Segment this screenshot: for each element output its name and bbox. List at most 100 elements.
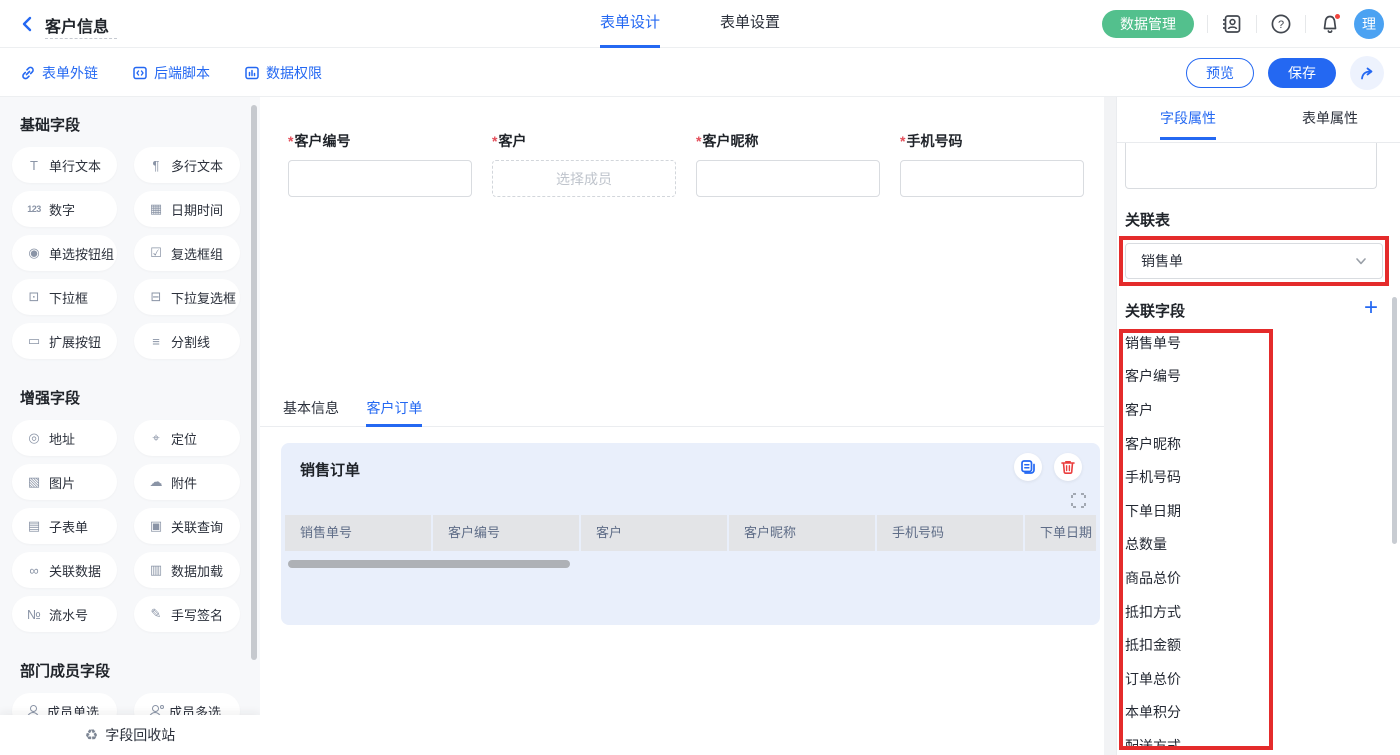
related-field-item[interactable]: 本单积分	[1123, 696, 1269, 730]
phone-number-input[interactable]	[900, 160, 1084, 197]
palette-item-single-line-text[interactable]: T单行文本	[12, 147, 117, 183]
related-field-item[interactable]: 客户编号	[1123, 360, 1269, 394]
data-permission-button[interactable]: 数据权限	[244, 49, 322, 97]
palette-item-multi-line-text[interactable]: ¶多行文本	[134, 147, 240, 183]
related-field-item[interactable]: 手机号码	[1123, 460, 1269, 494]
field-name-input[interactable]	[1125, 143, 1377, 189]
palette-item-select[interactable]: ⊡ 下拉框	[12, 279, 117, 315]
column-header[interactable]: 客户昵称	[729, 515, 875, 551]
add-field-icon[interactable]: +	[1364, 296, 1378, 320]
related-field-item[interactable]: 配送方式	[1123, 729, 1269, 750]
related-field-item[interactable]: 销售单号	[1123, 329, 1269, 360]
field-customer[interactable]: *客户 选择成员	[492, 131, 676, 197]
back-button[interactable]	[16, 12, 40, 36]
save-button[interactable]: 保存	[1268, 58, 1336, 88]
palette-item-extend-button[interactable]: ▭扩展按钮	[12, 323, 117, 359]
field-label-text: 手机号码	[906, 133, 962, 149]
related-data-icon: ∞	[26, 563, 42, 578]
external-link-button[interactable]: 表单外链	[20, 49, 98, 97]
recycle-icon: ♻	[85, 726, 98, 744]
palette-item-attachment[interactable]: ☁附件	[134, 464, 240, 500]
palette-item-location[interactable]: ⌖定位	[134, 420, 240, 456]
sales-order-subform[interactable]: 销售订单 销售单号 客户编号 客户 客户昵称 手机号码 下单日期	[281, 443, 1100, 625]
share-button[interactable]	[1350, 56, 1384, 90]
palette-item-radio-group[interactable]: ◉单选按钮组	[12, 235, 117, 271]
related-table-dropdown[interactable]: 销售单	[1125, 243, 1383, 279]
divider	[1256, 15, 1257, 33]
backend-script-button[interactable]: 后端脚本	[132, 49, 210, 97]
palette-item-number[interactable]: 123数字	[12, 191, 117, 227]
field-label: *手机号码	[900, 131, 1084, 151]
data-load-icon: ▥	[148, 562, 164, 578]
header-right-cluster: 数据管理 ? 理	[1102, 0, 1384, 48]
notification-bell-icon[interactable]	[1319, 13, 1341, 35]
column-header[interactable]: 客户编号	[433, 515, 579, 551]
annotation-box-related-fields: 销售单号 客户编号 客户 客户昵称 手机号码 下单日期 总数量 商品总价 抵扣方…	[1119, 329, 1273, 750]
tab-customer-orders[interactable]: 客户订单	[366, 397, 422, 427]
palette-item-related-query[interactable]: ▣关联查询	[134, 508, 240, 544]
related-field-item[interactable]: 抵扣金额	[1123, 628, 1269, 662]
field-customer-nickname[interactable]: *客户昵称	[696, 131, 880, 197]
column-header[interactable]: 客户	[581, 515, 727, 551]
palette-item-label: 多行文本	[171, 156, 223, 175]
palette-item-multi-select[interactable]: ⊟下拉复选框	[134, 279, 240, 315]
tab-form-properties[interactable]: 表单属性	[1259, 97, 1400, 142]
field-recycle-bin-button[interactable]: ♻ 字段回收站	[0, 715, 260, 755]
palette-item-datetime[interactable]: ▦日期时间	[134, 191, 240, 227]
tab-field-properties[interactable]: 字段属性	[1117, 97, 1259, 142]
customer-code-input[interactable]	[288, 160, 472, 197]
tab-form-settings[interactable]: 表单设置	[720, 0, 780, 48]
tab-basic-info[interactable]: 基本信息	[283, 397, 339, 427]
expand-icon[interactable]	[1070, 492, 1087, 509]
delete-button[interactable]	[1054, 453, 1082, 481]
palette-item-subform[interactable]: ▤子表单	[12, 508, 117, 544]
palette-item-serial-number[interactable]: №流水号	[12, 596, 117, 632]
palette-item-divider-line[interactable]: ≡分割线	[134, 323, 240, 359]
related-field-item[interactable]: 总数量	[1123, 528, 1269, 562]
related-field-item[interactable]: 抵扣方式	[1123, 595, 1269, 629]
palette-item-signature[interactable]: ✎ 手写签名	[134, 596, 240, 632]
customer-nickname-input[interactable]	[696, 160, 880, 197]
select-member-input[interactable]: 选择成员	[492, 160, 676, 197]
palette-item-label: 下拉框	[49, 288, 88, 307]
related-field-item[interactable]: 客户	[1123, 393, 1269, 427]
permission-icon	[244, 65, 260, 81]
related-field-item[interactable]: 客户昵称	[1123, 427, 1269, 461]
select-icon: ⊡	[26, 289, 42, 305]
form-title[interactable]: 客户信息	[45, 13, 109, 37]
avatar[interactable]: 理	[1354, 9, 1384, 39]
palette-item-image[interactable]: ▧图片	[12, 464, 117, 500]
datetime-icon: ▦	[148, 201, 164, 217]
palette-item-label: 手写签名	[171, 605, 223, 624]
palette-item-label: 下拉复选框	[171, 288, 236, 307]
palette-item-data-load[interactable]: ▥数据加载	[134, 552, 240, 588]
related-field-item[interactable]: 下单日期	[1123, 494, 1269, 528]
field-phone-number[interactable]: *手机号码	[900, 131, 1084, 197]
help-icon[interactable]: ?	[1270, 13, 1292, 35]
single-line-text-icon: T	[26, 158, 42, 173]
sidebar-scrollbar[interactable]	[251, 105, 257, 660]
related-field-item[interactable]: 订单总价	[1123, 662, 1269, 696]
copy-button[interactable]	[1014, 453, 1042, 481]
field-label: *客户	[492, 131, 676, 151]
palette-item-checkbox-group[interactable]: ☑复选框组	[134, 235, 240, 271]
panel-scrollbar[interactable]	[1392, 297, 1397, 544]
related-field-item[interactable]: 商品总价	[1123, 561, 1269, 595]
required-asterisk: *	[492, 133, 497, 149]
palette-item-address[interactable]: ◎地址	[12, 420, 117, 456]
column-header[interactable]: 下单日期	[1025, 515, 1096, 551]
palette-item-label: 附件	[171, 473, 197, 492]
palette-item-label: 关联查询	[171, 517, 223, 536]
contacts-icon[interactable]	[1221, 13, 1243, 35]
preview-button[interactable]: 预览	[1186, 58, 1254, 88]
image-icon: ▧	[26, 474, 42, 490]
signature-icon: ✎	[148, 606, 164, 622]
subform-icon: ▤	[26, 518, 42, 534]
column-header[interactable]: 销售单号	[285, 515, 431, 551]
tab-form-design[interactable]: 表单设计	[600, 0, 660, 48]
field-customer-code[interactable]: *客户编号	[288, 131, 472, 197]
palette-item-related-data[interactable]: ∞关联数据	[12, 552, 117, 588]
column-header[interactable]: 手机号码	[877, 515, 1023, 551]
horizontal-scrollbar[interactable]	[288, 560, 570, 568]
data-manage-button[interactable]: 数据管理	[1102, 10, 1194, 38]
